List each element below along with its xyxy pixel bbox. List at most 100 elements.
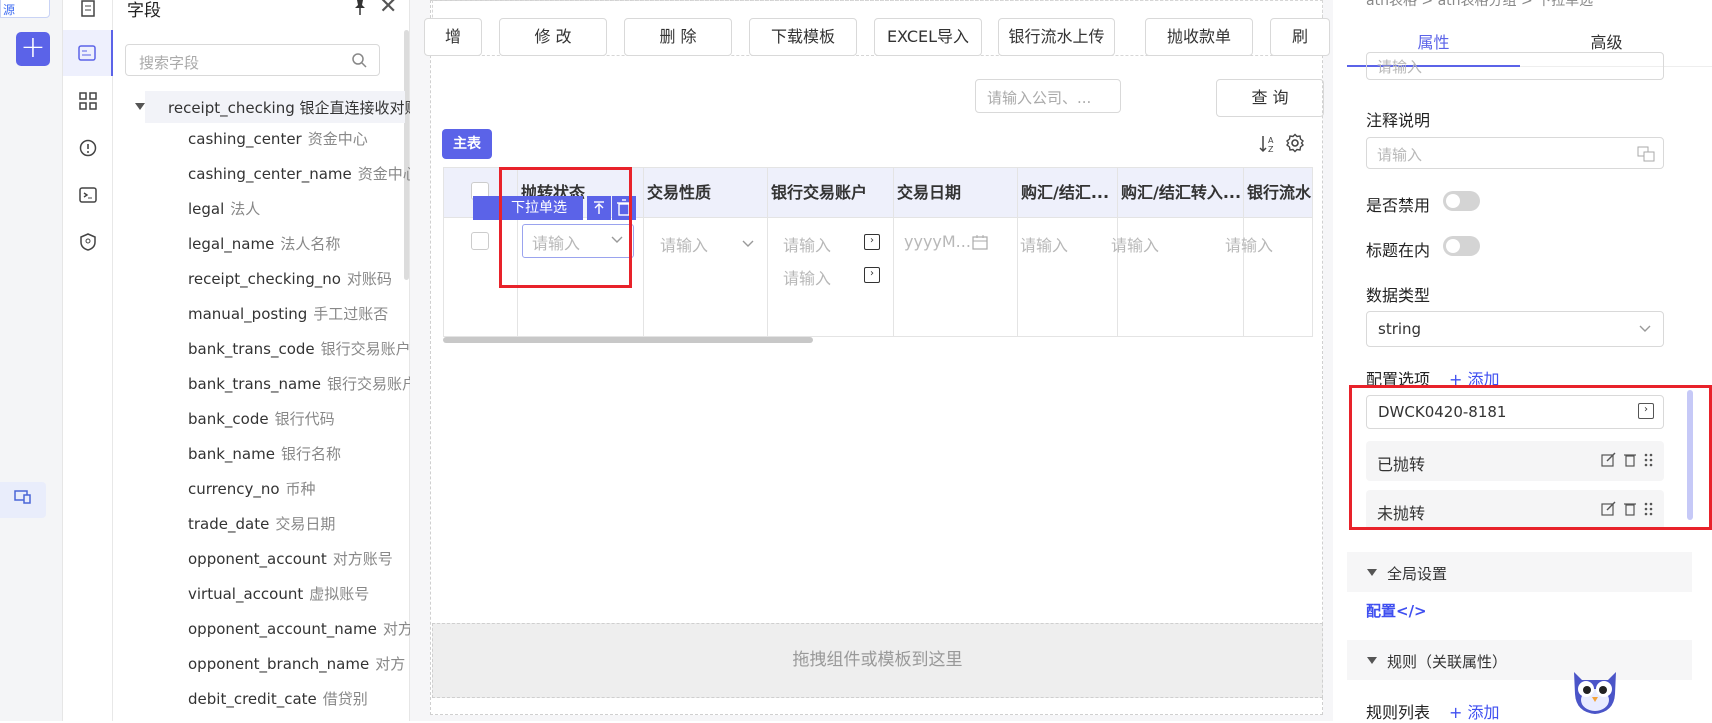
row-checkbox[interactable] <box>471 232 489 250</box>
caret-down-icon[interactable] <box>135 103 145 110</box>
data-type-select[interactable]: string <box>1366 311 1664 347</box>
rules-section[interactable]: 规则（关联属性） <box>1347 640 1692 680</box>
input-placeholder[interactable]: 请输入 <box>783 232 831 256</box>
caret-down-icon <box>1367 657 1377 664</box>
select-placeholder[interactable]: 请输入 <box>660 232 708 256</box>
field-item[interactable]: bank_name 银行名称 <box>188 443 418 465</box>
toolbar-button[interactable]: 增 <box>424 18 482 56</box>
config-link[interactable]: 配置</> <box>1366 600 1427 621</box>
toolbar-button[interactable]: 刷 <box>1270 18 1330 56</box>
toolbar-button[interactable]: 抛收款单 <box>1145 18 1253 56</box>
horizontal-scrollbar[interactable] <box>443 337 813 343</box>
field-item[interactable]: debit_credit_cate 借贷别 <box>188 688 418 710</box>
tree-root[interactable]: receipt_checking 银企直连接收对账 <box>123 91 413 123</box>
add-button[interactable]: + <box>16 32 50 66</box>
search-input[interactable]: 搜索字段 <box>125 44 380 76</box>
disabled-toggle[interactable] <box>1443 191 1480 211</box>
components-icon[interactable] <box>63 78 113 124</box>
field-label: 虚拟账号 <box>309 585 370 603</box>
column-header[interactable]: 交易性质 <box>644 168 768 218</box>
expand-icon[interactable]: › <box>864 234 880 250</box>
field-label: 借贷别 <box>322 690 368 708</box>
field-item[interactable]: bank_code 银行代码 <box>188 408 418 430</box>
field-name: bank_trans_name <box>188 375 322 393</box>
field-label: 对方 <box>375 655 406 673</box>
panel-title: 字段 <box>127 1 161 21</box>
document-icon[interactable] <box>63 0 113 32</box>
field-item[interactable]: legal_name 法人名称 <box>188 233 418 255</box>
field-label: 法人名称 <box>280 235 341 253</box>
close-icon[interactable]: ✕ <box>379 0 397 19</box>
field-item[interactable]: bank_trans_name 银行交易账户 <box>188 373 418 395</box>
add-rule-link[interactable]: + 添加 <box>1449 699 1500 723</box>
data-type-value: string <box>1378 320 1422 338</box>
column-header[interactable]: 交易日期 <box>894 168 1018 218</box>
field-item[interactable]: opponent_account 对方账号 <box>188 548 418 570</box>
field-label: 银行交易账户 <box>327 375 418 393</box>
calendar-icon[interactable] <box>972 234 988 250</box>
field-name: receipt_checking_no <box>188 270 341 288</box>
device-icon[interactable] <box>0 482 46 518</box>
toolbar-button[interactable]: EXCEL导入 <box>874 18 982 56</box>
title-inside-toggle[interactable] <box>1443 236 1480 256</box>
field-name: cashing_center <box>188 130 302 148</box>
expand-icon[interactable]: › <box>864 267 880 283</box>
fields-panel: 字段 ✕ 搜索字段 receipt_checking 银企直连接收对账 cash… <box>113 0 418 721</box>
field-name: legal <box>188 200 225 218</box>
field-item[interactable]: bank_trans_code 银行交易账户 <box>188 338 418 360</box>
section-title: 全局设置 <box>1387 565 1448 583</box>
query-input[interactable]: 请输入公司、... <box>975 79 1121 113</box>
top-input[interactable]: 请输入 <box>1366 52 1664 80</box>
field-item[interactable]: trade_date 交易日期 <box>188 513 418 535</box>
chevron-down-icon[interactable] <box>742 240 754 248</box>
field-name: opponent_account_name <box>188 620 377 638</box>
column-header[interactable]: 银行交易账户 <box>768 168 894 218</box>
field-item[interactable]: virtual_account 虚拟账号 <box>188 583 418 605</box>
field-item[interactable]: currency_no 币种 <box>188 478 418 500</box>
field-item[interactable]: opponent_branch_name 对方 <box>188 653 418 675</box>
translate-icon[interactable] <box>1637 146 1655 162</box>
field-item[interactable]: legal 法人 <box>188 198 418 220</box>
field-name: opponent_account <box>188 550 327 568</box>
field-item[interactable]: cashing_center 资金中心 <box>188 128 418 150</box>
column-header[interactable]: 银行流水 <box>1244 168 1312 218</box>
field-item[interactable]: opponent_account_name 对方 <box>188 618 418 640</box>
toolbar-button[interactable]: 删 除 <box>624 18 732 56</box>
input-placeholder[interactable]: 请输入 <box>783 265 831 289</box>
datasource-tab[interactable]: 源 <box>0 0 50 18</box>
date-placeholder[interactable]: yyyyM... <box>904 232 971 251</box>
drop-zone[interactable]: 拖拽组件或模板到这里 <box>432 623 1323 698</box>
toolbar-button[interactable]: 修 改 <box>499 18 607 56</box>
terminal-icon[interactable] <box>63 172 113 218</box>
toolbar-button[interactable]: 银行流水上传 <box>998 18 1115 56</box>
sort-icon[interactable]: AZ <box>1259 134 1277 158</box>
input-placeholder[interactable]: 请输入 <box>1111 232 1159 256</box>
alert-icon[interactable] <box>63 125 113 171</box>
query-button[interactable]: 查 询 <box>1216 79 1324 117</box>
field-item[interactable]: cashing_center_name 资金中心 <box>188 163 418 185</box>
assistant-mascot-icon[interactable] <box>1568 664 1622 716</box>
column-header[interactable]: 购汇/结汇转入... <box>1118 168 1244 218</box>
toolbar-button[interactable]: 下载模板 <box>749 18 857 56</box>
field-item[interactable]: receipt_checking_no 对账码 <box>188 268 418 290</box>
chevron-down-icon <box>1639 325 1651 332</box>
shield-icon[interactable] <box>63 219 113 265</box>
main-table-tag[interactable]: 主表 <box>442 129 492 159</box>
form-canvas <box>430 0 1323 715</box>
fields-icon[interactable] <box>63 30 113 76</box>
field-name: bank_name <box>188 445 275 463</box>
field-name: debit_credit_cate <box>188 690 317 708</box>
field-label: 交易日期 <box>275 515 336 533</box>
field-label: 银行代码 <box>274 410 335 428</box>
gear-icon[interactable] <box>1285 133 1305 157</box>
field-item[interactable]: manual_posting 手工过账否 <box>188 303 418 325</box>
column-header[interactable]: 购汇/结汇... <box>1018 168 1118 218</box>
note-input[interactable]: 请输入 <box>1366 137 1664 169</box>
highlight-box <box>1349 385 1712 530</box>
caret-down-icon <box>1367 569 1377 576</box>
input-placeholder[interactable]: 请输入 <box>1020 232 1068 256</box>
field-label: 银行交易账户 <box>320 340 411 358</box>
global-settings-section[interactable]: 全局设置 <box>1347 552 1692 592</box>
input-placeholder[interactable]: 请输入 <box>1225 232 1273 256</box>
pin-icon[interactable] <box>351 0 369 20</box>
